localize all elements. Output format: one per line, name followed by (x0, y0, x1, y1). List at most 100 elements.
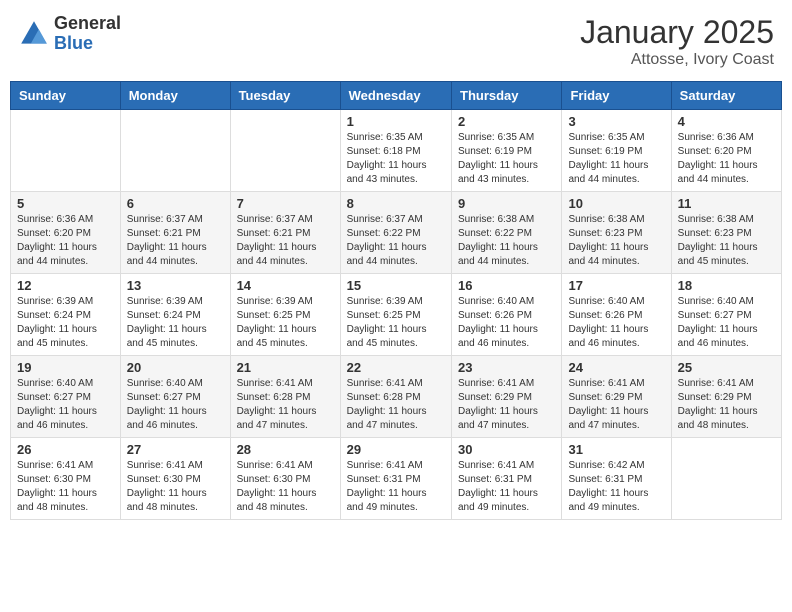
day-info: Sunrise: 6:35 AM Sunset: 6:18 PM Dayligh… (347, 131, 445, 187)
day-number: 28 (237, 442, 334, 457)
day-number: 27 (127, 442, 224, 457)
day-info: Sunrise: 6:41 AM Sunset: 6:29 PM Dayligh… (568, 377, 664, 433)
calendar-cell (230, 110, 340, 192)
calendar-cell: 6 Sunrise: 6:37 AM Sunset: 6:21 PM Daylig… (120, 192, 230, 274)
calendar-cell: 14 Sunrise: 6:39 AM Sunset: 6:25 PM Dayli… (230, 274, 340, 356)
logo-text: General Blue (54, 14, 121, 54)
calendar-cell: 8 Sunrise: 6:37 AM Sunset: 6:22 PM Daylig… (340, 192, 451, 274)
day-info: Sunrise: 6:38 AM Sunset: 6:22 PM Dayligh… (458, 213, 555, 269)
calendar-cell: 20 Sunrise: 6:40 AM Sunset: 6:27 PM Dayli… (120, 356, 230, 438)
day-number: 21 (237, 360, 334, 375)
calendar-week-row: 19 Sunrise: 6:40 AM Sunset: 6:27 PM Dayli… (11, 356, 782, 438)
day-info: Sunrise: 6:38 AM Sunset: 6:23 PM Dayligh… (568, 213, 664, 269)
day-number: 23 (458, 360, 555, 375)
calendar-cell: 16 Sunrise: 6:40 AM Sunset: 6:26 PM Dayli… (452, 274, 562, 356)
day-number: 4 (678, 114, 775, 129)
weekday-header: Sunday (11, 82, 121, 110)
day-number: 20 (127, 360, 224, 375)
day-info: Sunrise: 6:41 AM Sunset: 6:30 PM Dayligh… (237, 459, 334, 515)
day-number: 12 (17, 278, 114, 293)
day-number: 16 (458, 278, 555, 293)
day-info: Sunrise: 6:39 AM Sunset: 6:25 PM Dayligh… (347, 295, 445, 351)
day-number: 30 (458, 442, 555, 457)
day-number: 5 (17, 196, 114, 211)
day-info: Sunrise: 6:41 AM Sunset: 6:30 PM Dayligh… (127, 459, 224, 515)
calendar-cell: 31 Sunrise: 6:42 AM Sunset: 6:31 PM Dayli… (562, 438, 671, 520)
logo-icon (18, 18, 50, 50)
calendar-week-row: 12 Sunrise: 6:39 AM Sunset: 6:24 PM Dayli… (11, 274, 782, 356)
day-info: Sunrise: 6:40 AM Sunset: 6:26 PM Dayligh… (568, 295, 664, 351)
month-title: January 2025 (580, 14, 774, 51)
day-number: 19 (17, 360, 114, 375)
calendar-cell: 30 Sunrise: 6:41 AM Sunset: 6:31 PM Dayli… (452, 438, 562, 520)
weekday-header: Tuesday (230, 82, 340, 110)
day-number: 6 (127, 196, 224, 211)
day-info: Sunrise: 6:41 AM Sunset: 6:29 PM Dayligh… (678, 377, 775, 433)
day-number: 8 (347, 196, 445, 211)
calendar-cell: 26 Sunrise: 6:41 AM Sunset: 6:30 PM Dayli… (11, 438, 121, 520)
day-info: Sunrise: 6:41 AM Sunset: 6:30 PM Dayligh… (17, 459, 114, 515)
weekday-header: Wednesday (340, 82, 451, 110)
day-info: Sunrise: 6:42 AM Sunset: 6:31 PM Dayligh… (568, 459, 664, 515)
weekday-header: Monday (120, 82, 230, 110)
calendar-cell: 22Sunrise: 6:41 AM Sunset: 6:28 PM Dayli… (340, 356, 451, 438)
day-number: 18 (678, 278, 775, 293)
day-info: Sunrise: 6:40 AM Sunset: 6:26 PM Dayligh… (458, 295, 555, 351)
calendar-cell: 1 Sunrise: 6:35 AM Sunset: 6:18 PM Daylig… (340, 110, 451, 192)
calendar-cell: 9 Sunrise: 6:38 AM Sunset: 6:22 PM Daylig… (452, 192, 562, 274)
day-number: 2 (458, 114, 555, 129)
day-info: Sunrise: 6:41 AM Sunset: 6:31 PM Dayligh… (458, 459, 555, 515)
day-info: Sunrise: 6:40 AM Sunset: 6:27 PM Dayligh… (678, 295, 775, 351)
day-info: Sunrise: 6:35 AM Sunset: 6:19 PM Dayligh… (458, 131, 555, 187)
day-number: 11 (678, 196, 775, 211)
day-info: Sunrise: 6:39 AM Sunset: 6:24 PM Dayligh… (17, 295, 114, 351)
calendar-cell: 23 Sunrise: 6:41 AM Sunset: 6:29 PM Dayli… (452, 356, 562, 438)
day-number: 25 (678, 360, 775, 375)
calendar-cell: 12 Sunrise: 6:39 AM Sunset: 6:24 PM Dayli… (11, 274, 121, 356)
day-number: 24 (568, 360, 664, 375)
calendar-cell: 13 Sunrise: 6:39 AM Sunset: 6:24 PM Dayli… (120, 274, 230, 356)
calendar-week-row: 5 Sunrise: 6:36 AM Sunset: 6:20 PM Daylig… (11, 192, 782, 274)
calendar-cell: 15 Sunrise: 6:39 AM Sunset: 6:25 PM Dayli… (340, 274, 451, 356)
day-number: 9 (458, 196, 555, 211)
day-number: 13 (127, 278, 224, 293)
weekday-header-row: SundayMondayTuesdayWednesdayThursdayFrid… (11, 82, 782, 110)
calendar-cell: 7Sunrise: 6:37 AM Sunset: 6:21 PM Daylig… (230, 192, 340, 274)
day-info: Sunrise: 6:39 AM Sunset: 6:25 PM Dayligh… (237, 295, 334, 351)
day-info: Sunrise: 6:35 AM Sunset: 6:19 PM Dayligh… (568, 131, 664, 187)
calendar-cell (671, 438, 781, 520)
logo: General Blue (18, 14, 121, 54)
calendar-cell: 19 Sunrise: 6:40 AM Sunset: 6:27 PM Dayli… (11, 356, 121, 438)
day-info: Sunrise: 6:40 AM Sunset: 6:27 PM Dayligh… (17, 377, 114, 433)
day-info: Sunrise: 6:40 AM Sunset: 6:27 PM Dayligh… (127, 377, 224, 433)
weekday-header: Saturday (671, 82, 781, 110)
day-number: 15 (347, 278, 445, 293)
day-info: Sunrise: 6:41 AM Sunset: 6:31 PM Dayligh… (347, 459, 445, 515)
day-info: Sunrise: 6:36 AM Sunset: 6:20 PM Dayligh… (17, 213, 114, 269)
calendar-cell: 27 Sunrise: 6:41 AM Sunset: 6:30 PM Dayli… (120, 438, 230, 520)
day-number: 14 (237, 278, 334, 293)
day-number: 29 (347, 442, 445, 457)
calendar-cell (11, 110, 121, 192)
day-number: 3 (568, 114, 664, 129)
day-info: Sunrise: 6:37 AM Sunset: 6:21 PM Dayligh… (127, 213, 224, 269)
calendar-cell: 29 Sunrise: 6:41 AM Sunset: 6:31 PM Dayli… (340, 438, 451, 520)
day-info: Sunrise: 6:37 AM Sunset: 6:22 PM Dayligh… (347, 213, 445, 269)
calendar-cell: 3 Sunrise: 6:35 AM Sunset: 6:19 PM Daylig… (562, 110, 671, 192)
calendar-cell: 21Sunrise: 6:41 AM Sunset: 6:28 PM Dayli… (230, 356, 340, 438)
location-title: Attosse, Ivory Coast (580, 51, 774, 69)
calendar-cell: 10Sunrise: 6:38 AM Sunset: 6:23 PM Dayli… (562, 192, 671, 274)
day-info: Sunrise: 6:41 AM Sunset: 6:29 PM Dayligh… (458, 377, 555, 433)
calendar-cell: 28 Sunrise: 6:41 AM Sunset: 6:30 PM Dayli… (230, 438, 340, 520)
calendar-cell: 11Sunrise: 6:38 AM Sunset: 6:23 PM Dayli… (671, 192, 781, 274)
calendar-cell: 5 Sunrise: 6:36 AM Sunset: 6:20 PM Daylig… (11, 192, 121, 274)
calendar-cell: 17Sunrise: 6:40 AM Sunset: 6:26 PM Dayli… (562, 274, 671, 356)
title-section: January 2025 Attosse, Ivory Coast (580, 14, 774, 69)
day-number: 1 (347, 114, 445, 129)
weekday-header: Friday (562, 82, 671, 110)
day-number: 26 (17, 442, 114, 457)
calendar-cell (120, 110, 230, 192)
day-info: Sunrise: 6:36 AM Sunset: 6:20 PM Dayligh… (678, 131, 775, 187)
day-number: 31 (568, 442, 664, 457)
day-info: Sunrise: 6:39 AM Sunset: 6:24 PM Dayligh… (127, 295, 224, 351)
